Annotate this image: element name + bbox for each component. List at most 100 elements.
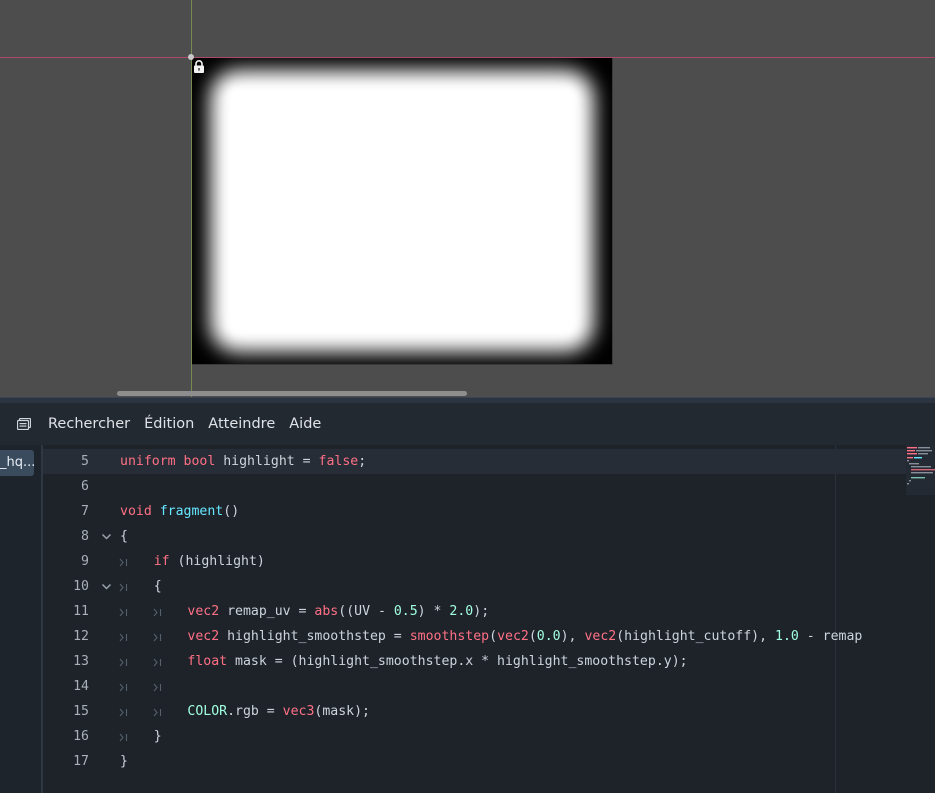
code-token: ) * xyxy=(417,604,450,619)
line-code[interactable]: vec2 highlight_smoothstep = smoothstep(v… xyxy=(119,624,863,650)
line-number: 15 xyxy=(73,704,89,719)
lock-icon xyxy=(194,60,204,73)
code-token: } xyxy=(153,729,162,744)
line-code[interactable]: } xyxy=(120,749,128,774)
line-code[interactable] xyxy=(119,674,188,700)
code-token: { xyxy=(120,529,128,544)
code-editor[interactable]: 5 uniform bool highlight = false; 6 7 void f… xyxy=(43,445,935,793)
code-token: fragment xyxy=(159,504,224,519)
code-token: uniform xyxy=(120,454,176,469)
line-number: 12 xyxy=(73,629,89,644)
code-line[interactable]: 9 if (highlight) xyxy=(43,549,935,574)
code-token: ( xyxy=(489,629,498,644)
line-code[interactable]: } xyxy=(119,724,162,750)
line-code[interactable]: { xyxy=(119,574,162,600)
code-minimap[interactable] xyxy=(906,445,935,495)
code-token: bool xyxy=(183,454,216,469)
script-editor-menubar: Rechercher Édition Atteindre Aide xyxy=(0,403,935,445)
code-token: highlight = xyxy=(215,454,319,469)
line-number: 5 xyxy=(81,454,89,469)
code-token: 0.5 xyxy=(393,604,418,619)
code-line[interactable]: 8{ xyxy=(43,524,935,549)
horizontal-scrollbar[interactable] xyxy=(117,391,467,396)
code-line[interactable]: 13 float mask = (highlight_smoothstep.x *… xyxy=(43,649,935,674)
indent-tab-icon xyxy=(119,650,154,675)
indent-tab-icon xyxy=(153,700,188,725)
shader-highlight-output xyxy=(224,84,580,338)
line-code[interactable]: if (highlight) xyxy=(119,549,265,575)
code-lines[interactable]: 5 uniform bool highlight = false; 6 7 void f… xyxy=(43,449,935,774)
line-number: 14 xyxy=(73,679,89,694)
code-token: ); xyxy=(473,604,490,619)
menu-edition[interactable]: Édition xyxy=(137,416,201,432)
line-code[interactable]: vec2 remap_uv = abs((UV - 0.5) * 2.0); xyxy=(119,599,490,625)
code-token: (highlight) xyxy=(169,554,265,569)
line-code[interactable]: float mask = (highlight_smoothstep.x * h… xyxy=(119,649,688,675)
code-line[interactable]: 15 COLOR.rgb = vec3(mask); xyxy=(43,699,935,724)
code-line[interactable]: 5 uniform bool highlight = false; xyxy=(43,449,935,474)
indent-tab-icon xyxy=(153,600,188,625)
code-line[interactable]: 6 xyxy=(43,474,935,499)
menu-aide[interactable]: Aide xyxy=(282,416,328,432)
canvas-viewport[interactable] xyxy=(0,0,935,400)
line-number: 7 xyxy=(81,504,89,519)
code-line[interactable]: 14 xyxy=(43,674,935,699)
script-list-panel xyxy=(0,445,43,793)
code-token: 2.0 xyxy=(449,604,474,619)
indent-tab-icon xyxy=(119,575,154,600)
indent-tab-icon xyxy=(119,675,154,700)
code-token: .rgb = xyxy=(227,704,283,719)
code-line[interactable]: 7 void fragment() xyxy=(43,499,935,524)
code-token: abs xyxy=(314,604,339,619)
code-line[interactable]: 11 vec2 remap_uv = abs((UV - 0.5) * 2.0); xyxy=(43,599,935,624)
line-number: 6 xyxy=(81,479,89,494)
line-number: 16 xyxy=(73,729,89,744)
line-number: 11 xyxy=(73,604,89,619)
code-token: void xyxy=(120,504,152,519)
code-token: vec2 xyxy=(584,629,617,644)
code-token: (mask); xyxy=(314,704,370,719)
code-token: vec2 xyxy=(187,604,220,619)
code-token: float xyxy=(187,654,228,669)
code-token: smoothstep xyxy=(409,629,490,644)
code-line[interactable]: 10 { xyxy=(43,574,935,599)
script-panel-toggle-icon[interactable] xyxy=(17,418,31,430)
indent-tab-icon xyxy=(119,600,154,625)
code-line[interactable]: 16} xyxy=(43,724,935,749)
code-token: ; xyxy=(358,454,367,469)
code-token: vec2 xyxy=(497,629,529,644)
line-code[interactable]: COLOR.rgb = vec3(mask); xyxy=(119,699,370,725)
line-number: 8 xyxy=(81,529,89,544)
fold-chevron-icon[interactable] xyxy=(101,574,115,599)
code-token: } xyxy=(120,754,128,769)
code-token: remap_uv = xyxy=(219,604,315,619)
code-token: (highlight_cutoff), xyxy=(616,629,775,644)
code-line[interactable]: 12 vec2 highlight_smoothstep = smoothstep… xyxy=(43,624,935,649)
indent-tab-icon xyxy=(153,650,188,675)
code-line[interactable]: 17} xyxy=(43,749,935,774)
menu-atteindre[interactable]: Atteindre xyxy=(201,416,282,432)
code-token: - remap xyxy=(798,629,863,644)
line-code[interactable]: uniform bool highlight = false; xyxy=(120,449,366,474)
code-token: if xyxy=(153,554,170,569)
indent-tab-icon xyxy=(153,675,188,700)
line-code[interactable]: void fragment() xyxy=(120,499,239,524)
code-token: ((UV - xyxy=(338,604,394,619)
shader-preview-rect[interactable] xyxy=(192,58,613,365)
fold-chevron-icon[interactable] xyxy=(101,524,115,549)
code-token: false xyxy=(318,454,359,469)
code-token: vec3 xyxy=(282,704,315,719)
indent-tab-icon xyxy=(119,725,154,750)
code-token: ( xyxy=(528,629,537,644)
indent-tab-icon xyxy=(153,625,188,650)
indent-tab-icon xyxy=(119,700,154,725)
menu-rechercher[interactable]: Rechercher xyxy=(41,416,137,432)
line-code[interactable]: { xyxy=(120,524,128,549)
script-list-item-active[interactable]: _hq... xyxy=(0,450,34,476)
code-token: ), xyxy=(560,629,585,644)
code-token: mask = (highlight_smoothstep.x * highlig… xyxy=(227,654,688,669)
code-token: highlight_smoothstep = xyxy=(219,629,410,644)
code-token: 1.0 xyxy=(775,629,799,644)
